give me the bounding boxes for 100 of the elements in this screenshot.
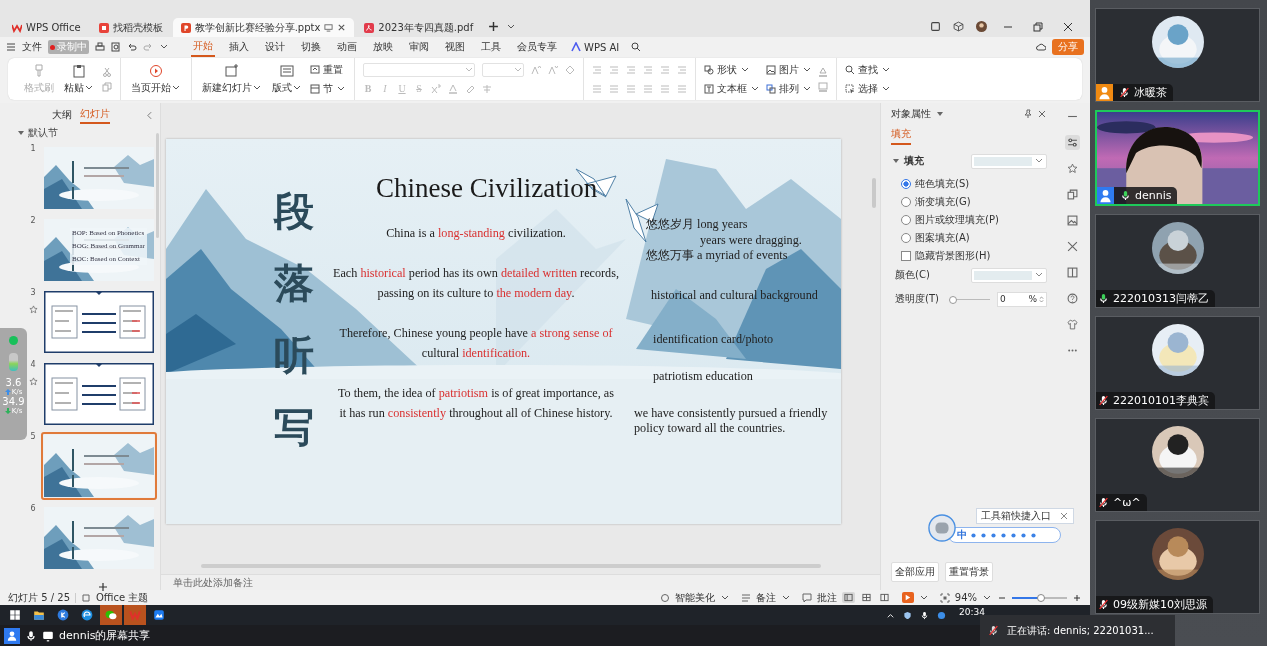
screen-icon[interactable]: [324, 23, 334, 32]
document-tab[interactable]: 2023年专四真题.pdf: [356, 18, 482, 37]
textbox-button[interactable]: 文本框: [704, 81, 760, 96]
person-icon[interactable]: [4, 627, 20, 644]
select-button[interactable]: 选择: [845, 81, 891, 96]
new-slide-button[interactable]: 新建幻灯片: [200, 61, 264, 97]
play-from-current-button[interactable]: 当页开始: [129, 61, 183, 97]
caret-icon[interactable]: [893, 159, 899, 163]
radio-button[interactable]: [901, 233, 911, 243]
panel-tab[interactable]: 幻灯片: [80, 106, 110, 124]
panel-tab[interactable]: 大纲: [52, 107, 72, 123]
comment-icon[interactable]: [801, 592, 812, 603]
caret-icon[interactable]: [18, 131, 24, 135]
layout-button[interactable]: 版式: [270, 61, 304, 97]
participant-tile[interactable]: dennis: [1095, 110, 1260, 206]
font-size-field[interactable]: [482, 62, 524, 77]
option-label[interactable]: 图案填充(A): [915, 231, 970, 245]
ribbon-tab[interactable]: 工具: [479, 38, 503, 56]
ribbon-tab[interactable]: 插入: [227, 38, 251, 56]
color-dropdown[interactable]: [971, 267, 1047, 283]
outline-color-icon[interactable]: [818, 81, 828, 92]
star-icon[interactable]: [1065, 161, 1080, 176]
ribbon-tab[interactable]: 视图: [443, 38, 467, 56]
option-label[interactable]: 隐藏背景图形(H): [915, 249, 991, 263]
shape-button[interactable]: 形状: [704, 62, 760, 77]
theme-name[interactable]: Office 主题: [96, 590, 149, 605]
arrange-button[interactable]: 排列: [766, 81, 812, 96]
add-slide-icon[interactable]: [98, 582, 108, 592]
microphone-icon[interactable]: [25, 629, 37, 642]
undo-icon[interactable]: [127, 42, 137, 52]
shirt-icon[interactable]: [1065, 317, 1080, 332]
view-button[interactable]: [877, 592, 891, 603]
font-color-icon[interactable]: [448, 83, 458, 94]
panel-title[interactable]: 对象属性: [891, 107, 931, 121]
settings-icon[interactable]: [1065, 135, 1080, 150]
ribbon-tab[interactable]: 动画: [335, 38, 359, 56]
document-tab[interactable]: 教学创新比赛经验分享.pptx: [172, 18, 355, 37]
view-button[interactable]: [859, 592, 873, 603]
view-button[interactable]: [841, 592, 855, 603]
panel-tab[interactable]: 填充: [891, 127, 911, 145]
reset-button[interactable]: 重置: [310, 62, 346, 77]
participant-tile[interactable]: 09级新媒10刘思源: [1095, 520, 1260, 614]
radio-button[interactable]: [901, 179, 911, 189]
search-icon[interactable]: [631, 42, 642, 52]
slider-thumb[interactable]: [949, 295, 957, 304]
file-menu[interactable]: 文件: [22, 40, 42, 54]
participant-tile[interactable]: ^ω^: [1095, 418, 1260, 512]
network-icon[interactable]: [937, 610, 947, 620]
restore-icon[interactable]: [1033, 22, 1043, 32]
menu-icon[interactable]: [6, 42, 16, 52]
microphone-icon[interactable]: [920, 610, 930, 620]
clock-time[interactable]: 20:34: [959, 607, 985, 617]
section-name[interactable]: 默认节: [28, 126, 58, 140]
cube-icon[interactable]: [953, 21, 964, 32]
radio-button[interactable]: [901, 215, 911, 225]
image-icon[interactable]: [1065, 213, 1080, 228]
caret-icon[interactable]: [937, 112, 943, 116]
caret-icon[interactable]: [161, 45, 167, 49]
fit-window-icon[interactable]: [939, 592, 950, 603]
checkbox[interactable]: [901, 251, 911, 261]
play-button[interactable]: [901, 592, 914, 603]
preview-icon[interactable]: [111, 42, 121, 52]
shield-icon[interactable]: [903, 610, 913, 620]
ribbon-tab[interactable]: 切换: [299, 38, 323, 56]
print-icon[interactable]: [95, 42, 105, 52]
participant-tile[interactable]: 冰暖茶: [1095, 8, 1260, 102]
document-tab[interactable]: 找稻壳模板: [90, 18, 171, 37]
zoom-level[interactable]: 94%: [954, 592, 977, 603]
document-tab[interactable]: WPS Office: [4, 18, 89, 37]
ribbon-tab[interactable]: 会员专享: [515, 38, 559, 56]
paste-button[interactable]: 粘贴: [62, 61, 96, 97]
book-icon[interactable]: [1065, 265, 1080, 280]
screen-share-icon[interactable]: [42, 629, 54, 642]
close-icon[interactable]: [1063, 22, 1073, 32]
fill-color-dropdown[interactable]: [971, 153, 1047, 169]
pin-icon[interactable]: [1023, 109, 1033, 119]
beautify-icon[interactable]: [659, 592, 670, 603]
theme-icon[interactable]: [81, 592, 91, 603]
copy-icon[interactable]: [1065, 187, 1080, 202]
zoom-slider-thumb[interactable]: [1036, 593, 1045, 602]
window-icon[interactable]: [930, 21, 941, 32]
caret-icon[interactable]: [984, 595, 990, 600]
option-label[interactable]: 纯色填充(S): [915, 177, 970, 191]
panel-button[interactable]: 全部应用: [891, 562, 939, 582]
find-button[interactable]: 查找: [845, 62, 891, 77]
wps-ai-menu[interactable]: WPS AI: [584, 41, 620, 53]
fill-color-icon[interactable]: [818, 66, 828, 77]
transparency-field[interactable]: 0 %: [997, 291, 1047, 307]
notes-menu[interactable]: 备注: [755, 590, 776, 605]
cloud-icon[interactable]: [1036, 42, 1046, 52]
close-icon[interactable]: [337, 23, 347, 32]
option-label[interactable]: 图片或纹理填充(P): [915, 213, 999, 227]
option-label[interactable]: 渐变填充(G): [915, 195, 971, 209]
panel-button[interactable]: 重置背景: [945, 562, 993, 582]
participant-tile[interactable]: 222010101李典宾: [1095, 316, 1260, 410]
section-button[interactable]: 节: [310, 81, 346, 96]
caret-icon[interactable]: [721, 595, 728, 600]
ribbon-tab[interactable]: 设计: [263, 38, 287, 56]
assistant-avatar-icon[interactable]: [928, 514, 956, 542]
picture-button[interactable]: 图片: [766, 62, 812, 77]
